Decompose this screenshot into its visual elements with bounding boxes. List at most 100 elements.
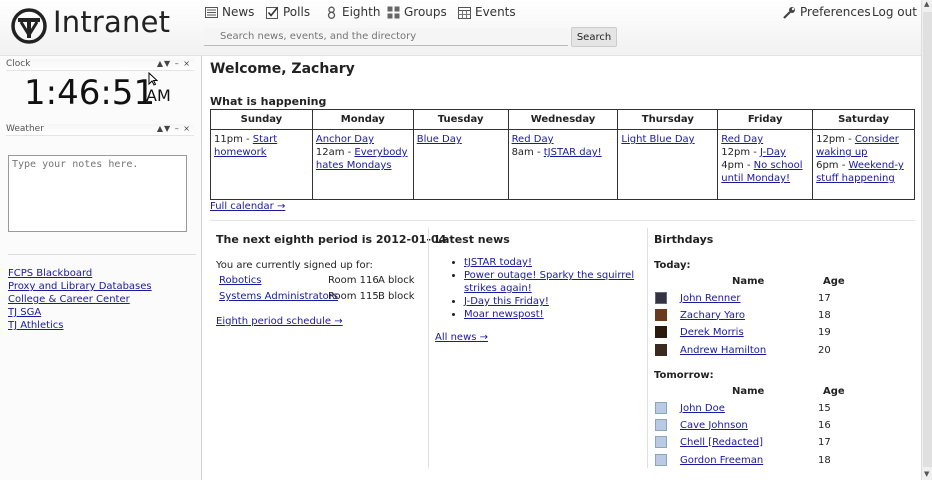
nav-groups[interactable]: Groups bbox=[387, 5, 447, 19]
news-link[interactable]: Power outage! Sparky the squirrel strike… bbox=[464, 270, 634, 294]
day-header: Friday bbox=[717, 109, 814, 130]
eighth-schedule-link[interactable]: Eighth period schedule → bbox=[216, 316, 343, 327]
calendar-icon bbox=[458, 6, 471, 19]
calendar-event: Blue Day bbox=[417, 133, 505, 146]
birthday-row: Zachary Yaro 18 bbox=[655, 309, 831, 321]
tj-logo-icon[interactable] bbox=[11, 8, 47, 44]
birthday-age: 18 bbox=[818, 454, 831, 466]
birthday-name-link[interactable]: Zachary Yaro bbox=[680, 310, 745, 321]
news-item: Moar newspost! bbox=[464, 308, 639, 321]
header-bar: Intranet News Polls Eighth Groups Events… bbox=[0, 0, 921, 56]
calendar-event: Red Day bbox=[512, 133, 615, 146]
calendar-cell-wednesday: Red Day 8am - tJSTAR day! bbox=[507, 129, 619, 200]
eighth-activity-link[interactable]: Systems Administrators bbox=[219, 291, 338, 302]
scroll-down-arrow-icon[interactable]: ▼ bbox=[924, 470, 929, 478]
birthday-age: 16 bbox=[818, 419, 831, 431]
nav-polls[interactable]: Polls bbox=[266, 5, 310, 19]
eighth-activity-link[interactable]: Robotics bbox=[219, 275, 262, 286]
birthday-age: 17 bbox=[818, 436, 831, 448]
link-college-career[interactable]: College & Career Center bbox=[8, 293, 152, 306]
event-time: 12pm - bbox=[816, 134, 855, 145]
event-link[interactable]: Blue Day bbox=[417, 134, 462, 145]
event-time: 12pm - bbox=[721, 147, 761, 158]
preferences-label: Preferences bbox=[800, 5, 871, 19]
nav-groups-label: Groups bbox=[404, 5, 447, 19]
birthday-name-link[interactable]: John Renner bbox=[680, 293, 741, 304]
brand-title[interactable]: Intranet bbox=[53, 5, 170, 39]
birthday-age: 19 bbox=[818, 326, 831, 338]
event-link[interactable]: Light Blue Day bbox=[621, 134, 694, 145]
wrench-icon bbox=[783, 6, 795, 19]
calendar-event: Anchor Day bbox=[316, 133, 410, 146]
news-link[interactable]: Moar newspost! bbox=[464, 309, 544, 320]
news-link[interactable]: tJSTAR today! bbox=[464, 257, 532, 268]
birthday-name-link[interactable]: Gordon Freeman bbox=[680, 455, 763, 466]
preferences-link[interactable]: Preferences bbox=[783, 5, 871, 19]
link-proxy-library[interactable]: Proxy and Library Databases bbox=[8, 280, 152, 293]
vertical-scrollbar[interactable]: ▲ ▼ bbox=[921, 0, 932, 480]
calendar-event: 11pm - Start homework bbox=[214, 133, 309, 159]
scroll-up-arrow-icon[interactable]: ▲ bbox=[924, 0, 929, 8]
event-time: 4pm - bbox=[721, 160, 754, 171]
scrollbar-thumb[interactable] bbox=[923, 12, 932, 467]
nav-events[interactable]: Events bbox=[458, 5, 516, 19]
news-list: tJSTAR today! Power outage! Sparky the s… bbox=[464, 256, 639, 321]
calendar-cell-sunday: 11pm - Start homework bbox=[210, 129, 313, 200]
birthday-age: 15 bbox=[818, 402, 831, 414]
eighth-title: The next eighth period is 2012-01-04 bbox=[216, 233, 447, 246]
birthday-age: 20 bbox=[818, 344, 831, 356]
clock-widget-title: Clock bbox=[6, 59, 31, 69]
nav-eighth[interactable]: Eighth bbox=[325, 5, 380, 19]
calendar-event: 12pm - Consider waking up bbox=[816, 133, 911, 159]
avatar bbox=[655, 309, 667, 321]
nav-news[interactable]: News bbox=[205, 5, 254, 19]
search-input[interactable] bbox=[204, 28, 568, 46]
birthday-name-link[interactable]: Chell [Redacted] bbox=[680, 437, 763, 448]
page-title: Welcome, Zachary bbox=[210, 61, 355, 77]
birthdays-title: Birthdays bbox=[654, 233, 714, 246]
col-name-header: Name bbox=[732, 276, 765, 287]
widget-controls[interactable]: ▲▼ – × bbox=[157, 59, 191, 68]
default-avatar-icon bbox=[655, 454, 667, 466]
calendar-event: Light Blue Day bbox=[621, 133, 714, 146]
column-divider bbox=[428, 228, 429, 468]
calendar-cell-tuesday: Blue Day bbox=[412, 129, 509, 200]
news-item: tJSTAR today! bbox=[464, 256, 639, 269]
event-link[interactable]: Red Day bbox=[721, 134, 763, 145]
default-avatar-icon bbox=[655, 436, 667, 448]
birthday-age: 18 bbox=[818, 309, 831, 321]
search-button[interactable]: Search bbox=[571, 27, 617, 47]
nav-polls-label: Polls bbox=[283, 5, 311, 19]
birthday-name-link[interactable]: Derek Morris bbox=[680, 327, 744, 338]
event-time: 8am - bbox=[511, 147, 544, 158]
day-header: Thursday bbox=[617, 109, 719, 130]
calendar-event: 12pm - J-Day bbox=[721, 146, 809, 159]
eighth-block: B block bbox=[378, 291, 415, 302]
calendar-event: 4pm - No school until Monday! bbox=[721, 159, 809, 185]
birthday-name-link[interactable]: John Doe bbox=[680, 403, 725, 414]
link-tj-athletics[interactable]: TJ Athletics bbox=[8, 319, 152, 332]
calendar-cell-saturday: 12pm - Consider waking up 6pm - Weekend-… bbox=[812, 129, 915, 200]
weather-widget-header[interactable]: Weather ▲▼ – × bbox=[6, 124, 194, 136]
logout-link[interactable]: Log out bbox=[872, 5, 917, 19]
birthday-name-link[interactable]: Cave Johnson bbox=[680, 420, 748, 431]
event-link[interactable]: tJSTAR day! bbox=[544, 147, 602, 158]
clock-time: 1:46:51 bbox=[24, 73, 156, 113]
link-tj-sga[interactable]: TJ SGA bbox=[8, 306, 152, 319]
event-link[interactable]: J-Day bbox=[760, 147, 786, 158]
notes-textarea[interactable] bbox=[8, 155, 187, 232]
clock-widget-header[interactable]: Clock ▲▼ – × bbox=[6, 59, 194, 71]
widget-controls[interactable]: ▲▼ – × bbox=[157, 124, 191, 133]
full-calendar-link[interactable]: Full calendar → bbox=[210, 201, 285, 212]
event-link[interactable]: Red Day bbox=[512, 134, 554, 145]
link-fcps-blackboard[interactable]: FCPS Blackboard bbox=[8, 267, 152, 280]
nav-news-label: News bbox=[222, 5, 255, 19]
event-link[interactable]: Anchor Day bbox=[316, 134, 374, 145]
calendar-cell-monday: Anchor Day 12am - Everybody hates Monday… bbox=[311, 129, 414, 200]
eighth-room: Room 115 bbox=[328, 291, 379, 302]
birthday-name-link[interactable]: Andrew Hamilton bbox=[680, 345, 766, 356]
birthday-row: John Renner 17 bbox=[655, 292, 831, 304]
birthday-row: Gordon Freeman 18 bbox=[655, 454, 831, 466]
all-news-link[interactable]: All news → bbox=[435, 332, 488, 343]
news-link[interactable]: J-Day this Friday! bbox=[464, 296, 549, 307]
